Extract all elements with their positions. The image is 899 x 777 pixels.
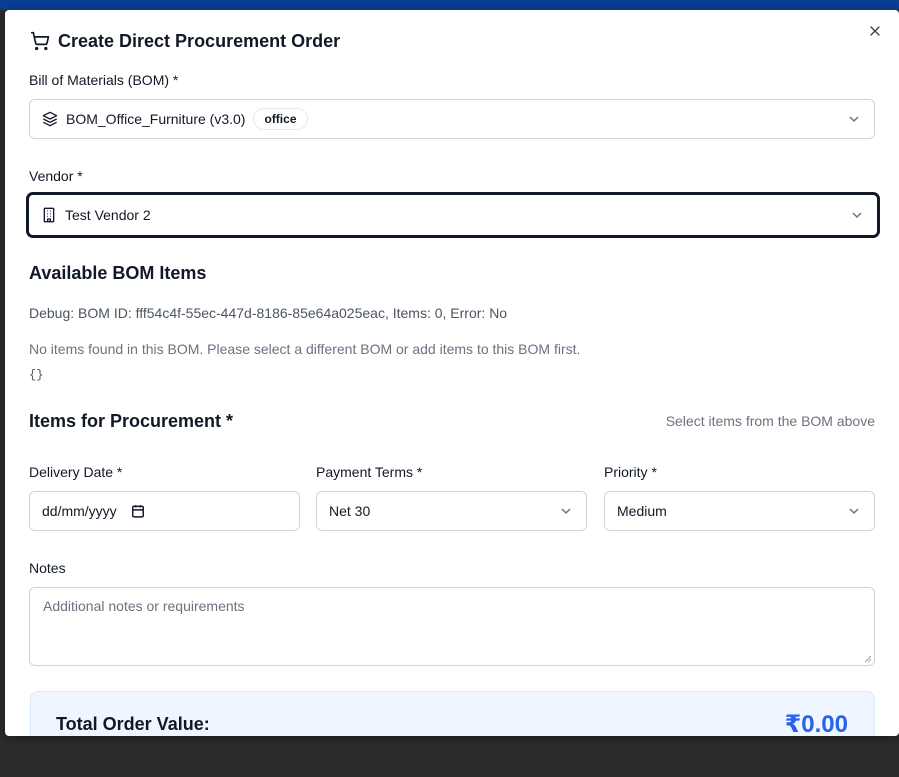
total-label: Total Order Value:: [56, 714, 210, 734]
payment-terms-label: Payment Terms *: [316, 464, 423, 480]
cart-icon: [30, 31, 50, 51]
layers-icon: [42, 111, 58, 127]
payment-terms-value: Net 30: [329, 503, 371, 519]
chevron-down-icon: [849, 508, 859, 515]
bom-select[interactable]: BOM_Office_Furniture (v3.0) office: [29, 99, 875, 139]
close-icon[interactable]: [867, 23, 883, 39]
payment-terms-select[interactable]: Net 30: [316, 491, 587, 531]
dialog-header: Create Direct Procurement Order: [30, 30, 340, 52]
delivery-date-input[interactable]: dd/mm/yyyy: [29, 491, 300, 531]
debug-text: Debug: BOM ID: fff54c4f-55ec-447d-8186-8…: [29, 305, 508, 321]
notes-label: Notes: [29, 560, 66, 576]
procurement-hint: Select items from the BOM above: [665, 413, 875, 429]
total-value: ₹0.00: [784, 711, 848, 736]
bom-selected-value: BOM_Office_Furniture (v3.0): [66, 111, 246, 127]
bom-label: Bill of Materials (BOM) *: [29, 72, 179, 88]
priority-select[interactable]: Medium: [604, 491, 875, 531]
notes-textarea[interactable]: Additional notes or requirements: [29, 587, 875, 666]
delivery-date-label: Delivery Date *: [29, 464, 123, 480]
vendor-selected-value: Test Vendor 2: [65, 207, 151, 223]
bom-category-badge: office: [253, 108, 308, 130]
debug-json: {}: [29, 368, 44, 382]
vendor-select[interactable]: Test Vendor 2: [27, 193, 879, 237]
dialog-title: Create Direct Procurement Order: [58, 30, 341, 51]
building-icon: [43, 207, 55, 223]
app-header-strip: [0, 0, 899, 10]
available-items-heading: Available BOM Items: [29, 263, 207, 283]
chevron-down-icon: [561, 508, 571, 515]
resize-handle-icon[interactable]: [864, 655, 872, 663]
notes-placeholder: Additional notes or requirements: [43, 598, 245, 614]
vendor-label: Vendor *: [29, 168, 83, 184]
calendar-icon[interactable]: [131, 504, 145, 518]
chevron-down-icon: [852, 212, 862, 219]
priority-value: Medium: [617, 503, 667, 519]
delivery-date-placeholder: dd/mm/yyyy: [42, 503, 117, 519]
chevron-down-icon: [849, 116, 859, 123]
total-order-panel: Total Order Value: ₹0.00: [30, 691, 875, 736]
empty-items-message: No items found in this BOM. Please selec…: [29, 341, 581, 357]
priority-label: Priority *: [604, 464, 657, 480]
procurement-order-dialog: Create Direct Procurement Order Bill of …: [5, 10, 899, 736]
procurement-items-heading: Items for Procurement *: [29, 411, 234, 431]
